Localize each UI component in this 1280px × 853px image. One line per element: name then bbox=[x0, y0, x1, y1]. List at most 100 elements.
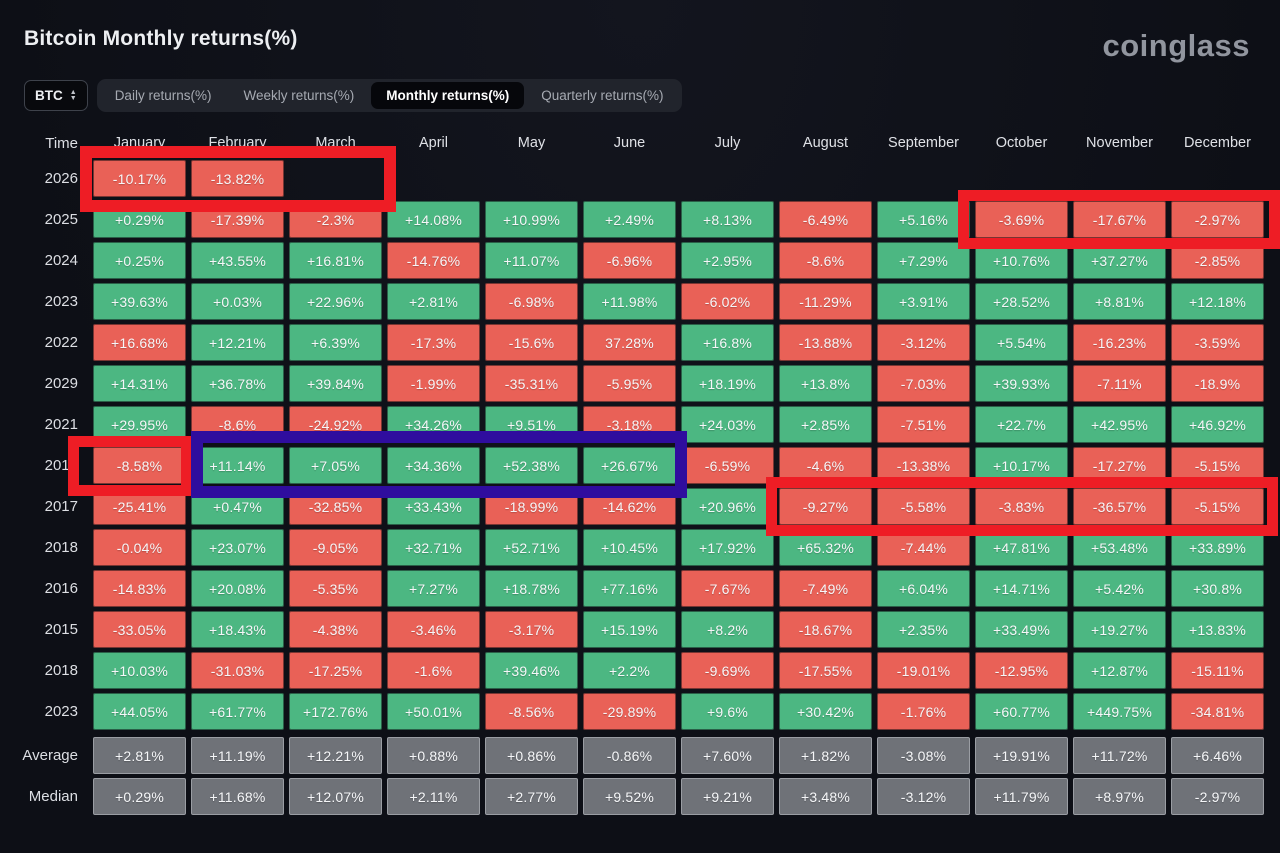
return-cell-2025-march: -2.3% bbox=[289, 201, 382, 238]
column-header-september: September bbox=[877, 130, 970, 156]
return-cell-2017-june: -14.62% bbox=[583, 488, 676, 525]
return-cell-2015-may: -3.17% bbox=[485, 611, 578, 648]
page-title: Bitcoin Monthly returns(%) bbox=[24, 27, 298, 51]
row-label-2023: 2023 bbox=[24, 283, 88, 320]
return-cell-2023-april: +2.81% bbox=[387, 283, 480, 320]
return-cell-2018-october: +47.81% bbox=[975, 529, 1068, 566]
return-cell-2019-december: -5.15% bbox=[1171, 447, 1264, 484]
tab-quarterly-returns[interactable]: Quarterly returns(%) bbox=[526, 82, 678, 109]
return-cell-2015-august: -18.67% bbox=[779, 611, 872, 648]
return-cell-2023-august: -11.29% bbox=[779, 283, 872, 320]
return-cell-2016-january: -14.83% bbox=[93, 570, 186, 607]
return-cell-2025-november: -17.67% bbox=[1073, 201, 1166, 238]
return-cell-2018-august: +65.32% bbox=[779, 529, 872, 566]
return-cell-2021-october: +22.7% bbox=[975, 406, 1068, 443]
time-column-header: Time bbox=[24, 130, 88, 156]
median-cell-january: +0.29% bbox=[93, 778, 186, 815]
return-cell-2029-july: +18.19% bbox=[681, 365, 774, 402]
updown-arrows-icon: ▲▼ bbox=[70, 90, 77, 101]
return-cell-2017-february: +0.47% bbox=[191, 488, 284, 525]
column-header-december: December bbox=[1171, 130, 1264, 156]
return-cell-2019-october: +10.17% bbox=[975, 447, 1068, 484]
return-cell-2025-april: +14.08% bbox=[387, 201, 480, 238]
average-cell-december: +6.46% bbox=[1171, 737, 1264, 774]
return-cell-2024-october: +10.76% bbox=[975, 242, 1068, 279]
column-header-february: February bbox=[191, 130, 284, 156]
column-header-june: June bbox=[583, 130, 676, 156]
return-cell-2016-november: +5.42% bbox=[1073, 570, 1166, 607]
median-cell-november: +8.97% bbox=[1073, 778, 1166, 815]
return-cell-2019-january: -8.58% bbox=[93, 447, 186, 484]
return-cell-2022-february: +12.21% bbox=[191, 324, 284, 361]
tab-weekly-returns[interactable]: Weekly returns(%) bbox=[228, 82, 369, 109]
empty-cell bbox=[485, 160, 578, 197]
tab-daily-returns[interactable]: Daily returns(%) bbox=[100, 82, 227, 109]
average-cell-june: -0.86% bbox=[583, 737, 676, 774]
return-cell-2024-november: +37.27% bbox=[1073, 242, 1166, 279]
empty-cell bbox=[387, 160, 480, 197]
return-cell-2021-may: +9.51% bbox=[485, 406, 578, 443]
return-cell-2015-november: +19.27% bbox=[1073, 611, 1166, 648]
return-cell-2029-december: -18.9% bbox=[1171, 365, 1264, 402]
return-cell-2015-september: +2.35% bbox=[877, 611, 970, 648]
toolbar: BTC ▲▼ Daily returns(%)Weekly returns(%)… bbox=[24, 79, 682, 112]
return-cell-2018-september: -7.44% bbox=[877, 529, 970, 566]
return-cell-2018-september: -19.01% bbox=[877, 652, 970, 689]
return-cell-2021-august: +2.85% bbox=[779, 406, 872, 443]
return-cell-2016-may: +18.78% bbox=[485, 570, 578, 607]
row-label-2021: 2021 bbox=[24, 406, 88, 443]
median-cell-may: +2.77% bbox=[485, 778, 578, 815]
return-cell-2019-may: +52.38% bbox=[485, 447, 578, 484]
row-label-2018: 2018 bbox=[24, 529, 88, 566]
return-cell-2023-april: +50.01% bbox=[387, 693, 480, 730]
return-cell-2017-july: +20.96% bbox=[681, 488, 774, 525]
return-cell-2021-july: +24.03% bbox=[681, 406, 774, 443]
column-header-april: April bbox=[387, 130, 480, 156]
return-cell-2029-september: -7.03% bbox=[877, 365, 970, 402]
return-cell-2021-june: -3.18% bbox=[583, 406, 676, 443]
return-cell-2018-may: +52.71% bbox=[485, 529, 578, 566]
return-cell-2018-march: -17.25% bbox=[289, 652, 382, 689]
return-cell-2029-october: +39.93% bbox=[975, 365, 1068, 402]
return-cell-2023-february: +0.03% bbox=[191, 283, 284, 320]
return-cell-2016-august: -7.49% bbox=[779, 570, 872, 607]
row-label-2029: 2029 bbox=[24, 365, 88, 402]
return-cell-2021-november: +42.95% bbox=[1073, 406, 1166, 443]
row-label-2022: 2022 bbox=[24, 324, 88, 361]
return-cell-2022-july: +16.8% bbox=[681, 324, 774, 361]
tabs: Daily returns(%)Weekly returns(%)Monthly… bbox=[97, 79, 682, 112]
return-cell-2015-january: -33.05% bbox=[93, 611, 186, 648]
tab-monthly-returns[interactable]: Monthly returns(%) bbox=[371, 82, 524, 109]
average-cell-september: -3.08% bbox=[877, 737, 970, 774]
return-cell-2023-october: +28.52% bbox=[975, 283, 1068, 320]
return-cell-2018-october: -12.95% bbox=[975, 652, 1068, 689]
column-header-october: October bbox=[975, 130, 1068, 156]
return-cell-2025-february: -17.39% bbox=[191, 201, 284, 238]
return-cell-2021-september: -7.51% bbox=[877, 406, 970, 443]
column-header-august: August bbox=[779, 130, 872, 156]
average-cell-march: +12.21% bbox=[289, 737, 382, 774]
return-cell-2018-december: -15.11% bbox=[1171, 652, 1264, 689]
symbol-selector[interactable]: BTC ▲▼ bbox=[24, 80, 88, 111]
average-cell-january: +2.81% bbox=[93, 737, 186, 774]
empty-cell bbox=[1171, 160, 1264, 197]
return-cell-2023-november: +449.75% bbox=[1073, 693, 1166, 730]
return-cell-2026-january: -10.17% bbox=[93, 160, 186, 197]
return-cell-2023-july: +9.6% bbox=[681, 693, 774, 730]
return-cell-2016-february: +20.08% bbox=[191, 570, 284, 607]
column-header-march: March bbox=[289, 130, 382, 156]
average-cell-may: +0.86% bbox=[485, 737, 578, 774]
return-cell-2023-august: +30.42% bbox=[779, 693, 872, 730]
empty-cell bbox=[583, 160, 676, 197]
return-cell-2026-february: -13.82% bbox=[191, 160, 284, 197]
return-cell-2024-july: +2.95% bbox=[681, 242, 774, 279]
row-label-2026: 2026 bbox=[24, 160, 88, 197]
return-cell-2025-may: +10.99% bbox=[485, 201, 578, 238]
row-label-average: Average bbox=[24, 737, 88, 774]
return-cell-2023-september: -1.76% bbox=[877, 693, 970, 730]
column-header-may: May bbox=[485, 130, 578, 156]
return-cell-2015-february: +18.43% bbox=[191, 611, 284, 648]
return-cell-2019-march: +7.05% bbox=[289, 447, 382, 484]
return-cell-2016-october: +14.71% bbox=[975, 570, 1068, 607]
return-cell-2018-june: +10.45% bbox=[583, 529, 676, 566]
